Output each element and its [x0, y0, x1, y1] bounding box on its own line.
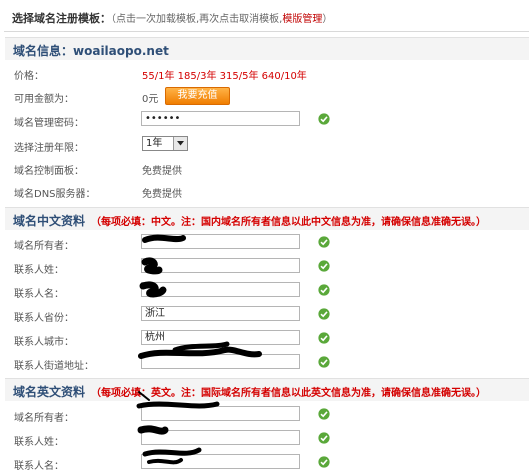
cn-name-label: 联系人名：	[14, 289, 64, 300]
price-value: 55/1年 185/3年 315/5年 640/10年	[142, 71, 307, 82]
years-label: 选择注册年限：	[14, 143, 84, 154]
valid-check-icon	[318, 260, 330, 272]
valid-check-icon	[318, 113, 330, 125]
balance-label: 可用金额为：	[14, 94, 74, 105]
template-hint-end: ）	[322, 14, 333, 25]
valid-check-icon	[318, 356, 330, 368]
password-label: 域名管理密码：	[14, 118, 84, 129]
dns-label: 域名DNS服务器：	[14, 189, 96, 200]
cn-address-label: 联系人街道地址：	[14, 361, 94, 372]
years-select[interactable]: 1年	[142, 136, 188, 151]
cn-info-header: 域名中文资料 （每项必填：中文。注：国内域名所有者信息以此中文信息为准，请确保信…	[5, 207, 529, 230]
panel-value: 免费提供	[142, 166, 182, 177]
valid-check-icon	[318, 432, 330, 444]
cn-info-note: （每项必填：中文。注：国内域名所有者信息以此中文信息为准，请确保信息准确无误。）	[91, 217, 486, 228]
template-title: 选择域名注册模板：	[12, 12, 111, 25]
cn-owner-label: 域名所有者：	[14, 241, 74, 252]
cn-info-title: 域名中文资料	[13, 214, 86, 228]
panel-label: 域名控制面板：	[14, 166, 84, 177]
years-select-value: 1年	[146, 138, 163, 149]
recharge-button[interactable]: 我要充值	[165, 87, 230, 105]
template-manage-link[interactable]: 模版管理	[282, 14, 322, 25]
template-hint: （点击一次加载模板,再次点击取消模板,	[111, 14, 283, 25]
divider	[4, 31, 529, 32]
cn-province-label: 联系人省份：	[14, 313, 74, 324]
redaction-scribble	[136, 234, 262, 465]
dns-value: 免费提供	[142, 189, 182, 200]
valid-check-icon	[318, 408, 330, 420]
price-label: 价格：	[14, 71, 44, 82]
cn-surname-label: 联系人姓：	[14, 265, 64, 276]
en-surname-label: 联系人姓：	[14, 437, 64, 448]
domain-info-header: 域名信息：woailaopo.net	[5, 37, 529, 60]
valid-check-icon	[318, 284, 330, 296]
cn-city-label: 联系人城市：	[14, 337, 74, 348]
en-info-title: 域名英文资料	[13, 385, 86, 399]
domain-info-title: 域名信息：woailaopo.net	[13, 44, 169, 58]
balance-value: 0元	[142, 94, 159, 105]
template-selector-bar: 选择域名注册模板：（点击一次加载模板,再次点击取消模板,模版管理）	[12, 10, 332, 26]
chevron-down-icon[interactable]	[173, 137, 187, 150]
en-info-header: 域名英文资料 （每项必填：英文。注：国际域名所有者信息以此英文信息为准，请确保信…	[5, 378, 529, 401]
valid-check-icon	[318, 332, 330, 344]
en-owner-label: 域名所有者：	[14, 413, 74, 424]
valid-check-icon	[318, 308, 330, 320]
valid-check-icon	[318, 456, 330, 468]
password-input[interactable]: ••••••	[141, 111, 300, 126]
domain-registration-form: 选择域名注册模板：（点击一次加载模板,再次点击取消模板,模版管理） 域名信息：w…	[0, 0, 529, 475]
en-name-label: 联系人名：	[14, 461, 64, 472]
valid-check-icon	[318, 236, 330, 248]
